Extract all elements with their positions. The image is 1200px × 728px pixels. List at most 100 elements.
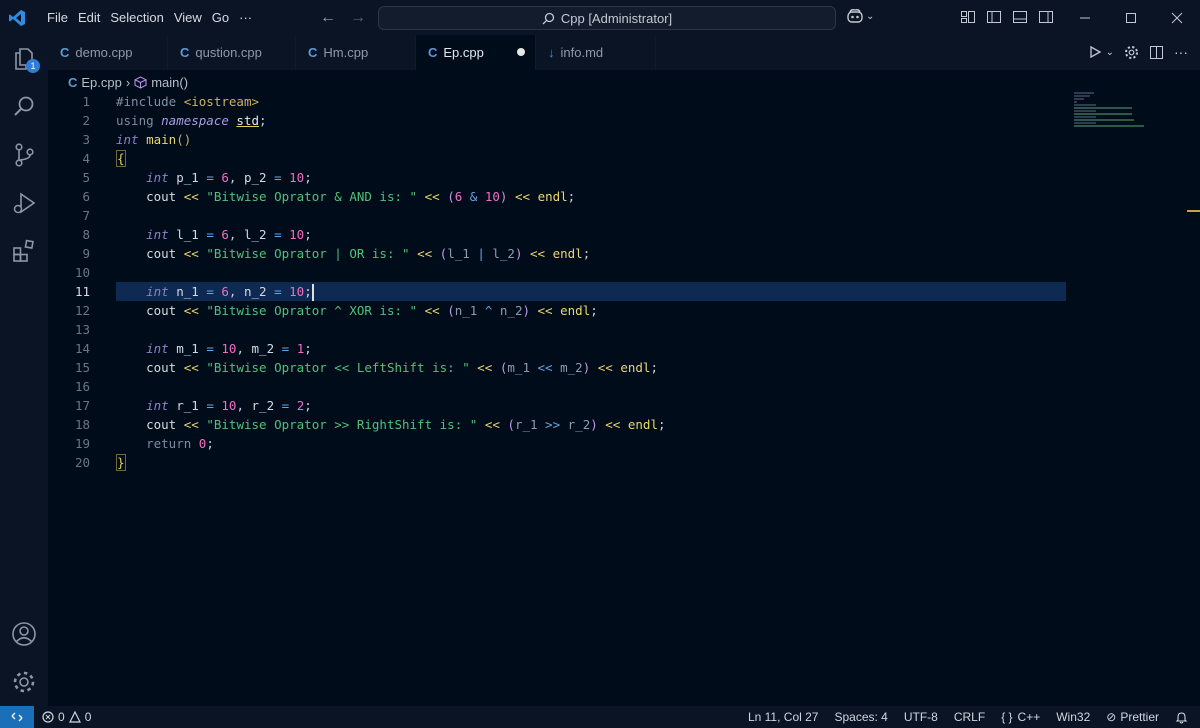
vscode-logo-icon [0, 0, 34, 35]
breadcrumb-file[interactable]: Ep.cpp [81, 75, 121, 90]
toggle-secondary-sidebar-icon[interactable] [1038, 9, 1054, 25]
prettier-disabled-icon: ⊘ [1106, 710, 1117, 724]
code-line: 17 int r_1 = 10, r_2 = 2; [48, 396, 1068, 415]
toggle-panel-icon[interactable] [1012, 9, 1028, 25]
menu-view[interactable]: View [169, 0, 207, 35]
close-button[interactable] [1154, 0, 1200, 35]
copilot-button[interactable]: ⌄ [846, 8, 874, 24]
language-mode[interactable]: { } C++ [1001, 710, 1040, 724]
code-line: 5 int p_1 = 6, p_2 = 10; [48, 168, 1068, 187]
layout-controls [960, 9, 1054, 25]
command-center-label: Cpp [Administrator] [560, 10, 673, 26]
chevron-down-icon: ⌄ [866, 10, 875, 22]
command-center-search[interactable]: Cpp [Administrator] [378, 6, 836, 30]
method-cube-icon [134, 75, 147, 89]
line-number: 7 [82, 208, 90, 223]
remote-indicator-icon[interactable] [0, 706, 34, 728]
tab-info-md[interactable]: ↓ info.md [536, 35, 656, 70]
breadcrumb-symbol[interactable]: main() [151, 75, 188, 90]
notifications-bell-icon[interactable] [1175, 711, 1188, 724]
code-editor[interactable]: 1 #include <iostream> 2 using namespace st… [48, 92, 1068, 472]
tab-label: Ep.cpp [443, 45, 484, 60]
encoding[interactable]: UTF-8 [904, 710, 938, 724]
line-number: 2 [82, 113, 90, 128]
code-line-current: 11 int n_1 = 6, n_2 = 10; [48, 282, 1068, 301]
toggle-primary-sidebar-icon[interactable] [986, 9, 1002, 25]
unsaved-dot-icon[interactable] [517, 48, 525, 56]
settings-gear-icon[interactable] [10, 668, 38, 696]
line-number: 4 [82, 151, 90, 166]
source-control-icon[interactable] [10, 141, 38, 169]
maximize-button[interactable] [1108, 0, 1154, 35]
tab-qustion-cpp[interactable]: Cqustion.cpp [168, 35, 296, 70]
explorer-icon[interactable]: 1 [10, 45, 40, 73]
code-text: cout << "Bitwise Oprator | OR is: " << (… [146, 246, 591, 261]
code-text: int m_1 = 10, m_2 = 1; [146, 341, 312, 356]
menu-more[interactable]: ··· [234, 0, 257, 35]
code-text: } [116, 454, 126, 471]
code-text: #include <iostream> [116, 94, 259, 109]
run-icon[interactable] [1088, 45, 1102, 59]
scrollbar-marker [1187, 210, 1200, 212]
code-text: cout << "Bitwise Oprator ^ XOR is: " << … [146, 303, 598, 318]
more-actions-icon[interactable]: ··· [1174, 44, 1188, 60]
code-text: int main() [116, 132, 192, 147]
customize-layout-icon[interactable] [960, 9, 976, 25]
search-icon[interactable] [10, 93, 38, 121]
code-text: using namespace std; [116, 113, 267, 128]
run-dropdown-chevron-icon[interactable]: ⌄ [1106, 47, 1114, 58]
copilot-icon [847, 9, 863, 23]
code-text: int n_1 = 6, n_2 = 10; [146, 284, 314, 301]
text-cursor [311, 284, 314, 301]
platform[interactable]: Win32 [1056, 710, 1090, 724]
menu-file[interactable]: File [42, 0, 73, 35]
chevron-right-icon: › [125, 74, 131, 90]
code-line: 10 [48, 263, 1068, 282]
tab-ep-cpp[interactable]: C Ep.cpp [416, 35, 536, 70]
menu-edit[interactable]: Edit [73, 0, 105, 35]
cpp-icon: C [180, 45, 190, 60]
minimap[interactable] [1074, 92, 1154, 132]
status-bar-right: Ln 11, Col 27 Spaces: 4 UTF-8 CRLF { } C+… [748, 706, 1188, 728]
code-line: 4{ [48, 149, 1068, 168]
line-number: 6 [82, 189, 90, 204]
line-number: 18 [74, 417, 90, 432]
code-line: 12 cout << "Bitwise Oprator ^ XOR is: " … [48, 301, 1068, 320]
code-line: 8 int l_1 = 6, l_2 = 10; [48, 225, 1068, 244]
activity-bar: 1 [0, 35, 48, 706]
cpp-icon: C [60, 45, 70, 60]
minimize-icon [1080, 17, 1090, 18]
tab-label: demo.cpp [75, 45, 133, 60]
braces-icon: { } [1001, 710, 1013, 724]
line-ending[interactable]: CRLF [954, 710, 985, 724]
tab-label: info.md [560, 45, 604, 60]
cursor-position[interactable]: Ln 11, Col 27 [748, 710, 819, 724]
forward-arrow-icon[interactable]: → [350, 9, 366, 27]
cpp-icon: C [68, 74, 78, 90]
back-arrow-icon[interactable]: ← [320, 9, 336, 27]
menu-go[interactable]: Go [207, 0, 234, 35]
problems-indicator[interactable]: 0 0 [42, 710, 91, 724]
tab-hm-cpp[interactable]: C Hm.cpp [296, 35, 416, 70]
minimize-button[interactable] [1062, 0, 1108, 35]
prettier-label: Prettier [1120, 710, 1159, 724]
error-icon [42, 711, 54, 723]
split-editor-icon[interactable] [1149, 45, 1164, 60]
run-debug-icon[interactable] [10, 189, 38, 217]
indentation[interactable]: Spaces: 4 [834, 710, 887, 724]
prettier-status[interactable]: ⊘ Prettier [1106, 710, 1159, 724]
extensions-icon[interactable] [10, 237, 38, 265]
accounts-icon[interactable] [10, 620, 38, 648]
cpp-icon: C [428, 45, 438, 60]
code-line: 20} [48, 453, 1068, 472]
tab-label: Hm.cpp [323, 45, 369, 60]
code-line: 6 cout << "Bitwise Oprator & AND is: " <… [48, 187, 1068, 206]
menu-selection[interactable]: Selection [105, 0, 168, 35]
code-text: int l_1 = 6, l_2 = 10; [146, 227, 312, 242]
line-number: 5 [82, 170, 90, 185]
settings-gear-icon[interactable] [1124, 45, 1139, 60]
code-line: 2 using namespace std; [48, 111, 1068, 130]
line-number: 17 [74, 398, 90, 413]
line-number: 19 [74, 436, 90, 451]
tab-demo-cpp[interactable]: Cdemo.cpp [48, 35, 168, 70]
